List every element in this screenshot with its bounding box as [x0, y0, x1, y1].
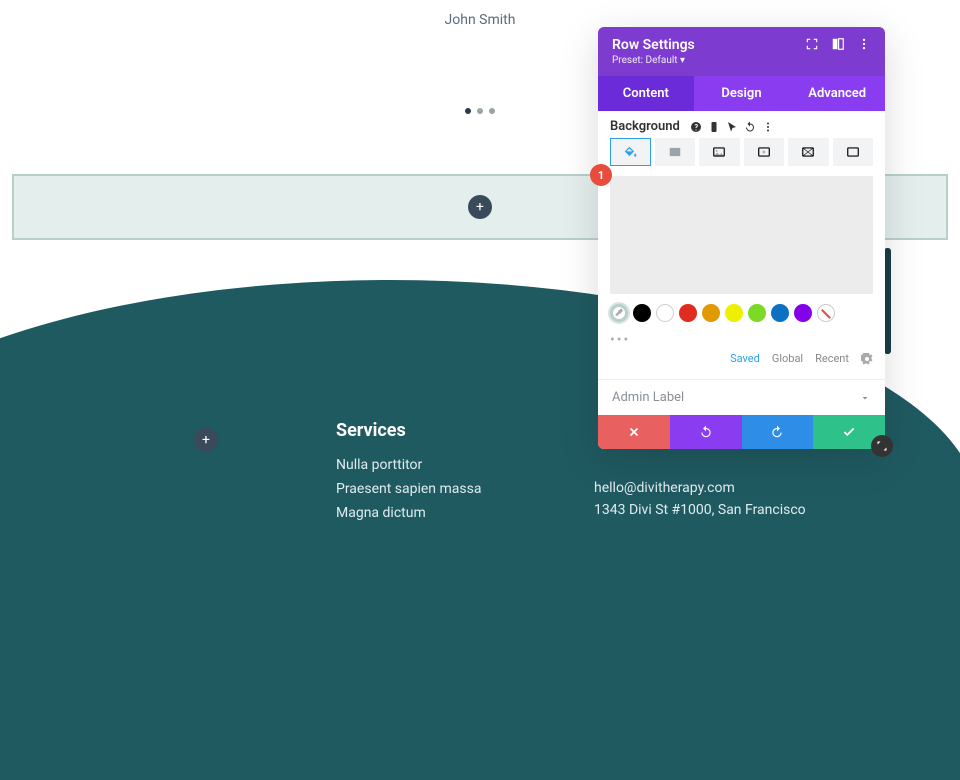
bg-type-color[interactable]	[610, 138, 651, 166]
list-item[interactable]: Praesent sapien massa	[336, 481, 481, 497]
swatch-yellow[interactable]	[725, 304, 743, 322]
tab-content[interactable]: Content	[598, 76, 694, 111]
modal-header[interactable]: Row Settings Preset: Default ▾	[598, 27, 885, 76]
resize-handle[interactable]	[871, 435, 893, 457]
swatch-red[interactable]	[679, 304, 697, 322]
hover-icon[interactable]	[726, 121, 738, 133]
palette-gear-icon[interactable]	[861, 353, 873, 365]
background-label: Background	[610, 119, 680, 134]
modal-tabs: Content Design Advanced	[598, 76, 885, 111]
palette-recent[interactable]: Recent	[815, 352, 849, 365]
author-name: John Smith	[445, 12, 516, 28]
step-badge: 1	[590, 164, 612, 186]
swatch-green[interactable]	[748, 304, 766, 322]
chevron-down-icon	[859, 392, 871, 404]
contact-address: 1343 Divi St #1000, San Francisco	[594, 502, 806, 518]
phone-icon[interactable]	[708, 121, 720, 133]
swatch-orange[interactable]	[702, 304, 720, 322]
contact-email[interactable]: hello@divitherapy.com	[594, 480, 806, 496]
admin-label-toggle[interactable]: Admin Label	[598, 379, 885, 415]
color-picker-button[interactable]	[610, 304, 628, 322]
bg-type-gradient[interactable]	[655, 138, 696, 166]
more-icon[interactable]	[857, 37, 871, 51]
swatch-transparent[interactable]	[817, 304, 835, 322]
snap-icon[interactable]	[831, 37, 845, 51]
swatch-black[interactable]	[633, 304, 651, 322]
list-item[interactable]: Magna dictum	[336, 505, 481, 521]
redo-button[interactable]	[742, 415, 814, 449]
swatch-white[interactable]	[656, 304, 674, 322]
swatch-blue[interactable]	[771, 304, 789, 322]
bg-type-video[interactable]	[744, 138, 785, 166]
undo-button[interactable]	[670, 415, 742, 449]
background-preview[interactable]	[610, 176, 873, 294]
swatch-purple[interactable]	[794, 304, 812, 322]
footer-services: Services Nulla porttitor Praesent sapien…	[336, 420, 481, 529]
bg-type-pattern[interactable]	[788, 138, 829, 166]
add-section-button[interactable]: +	[194, 428, 218, 452]
palette-saved[interactable]: Saved	[730, 352, 760, 365]
bg-type-image[interactable]	[699, 138, 740, 166]
footer-contact: hello@divitherapy.com 1343 Divi St #1000…	[594, 480, 806, 524]
services-heading: Services	[336, 420, 481, 441]
reset-icon[interactable]	[744, 121, 756, 133]
scrollbar-indicator[interactable]	[884, 248, 891, 354]
tab-design[interactable]: Design	[694, 76, 790, 111]
cancel-button[interactable]	[598, 415, 670, 449]
list-item[interactable]: Nulla porttitor	[336, 457, 481, 473]
row-settings-modal: Row Settings Preset: Default ▾ Content D…	[598, 27, 885, 449]
modal-title: Row Settings	[612, 37, 805, 53]
palette-global[interactable]: Global	[772, 352, 803, 365]
more-swatches[interactable]: •••	[598, 328, 885, 348]
carousel-dots[interactable]	[465, 108, 495, 114]
tab-advanced[interactable]: Advanced	[789, 76, 885, 111]
preset-dropdown[interactable]: Preset: Default ▾	[612, 55, 805, 66]
bg-type-mask[interactable]	[833, 138, 874, 166]
expand-icon[interactable]	[805, 37, 819, 51]
help-icon[interactable]	[690, 121, 702, 133]
options-icon[interactable]	[762, 121, 774, 133]
add-module-button[interactable]: +	[468, 195, 492, 219]
